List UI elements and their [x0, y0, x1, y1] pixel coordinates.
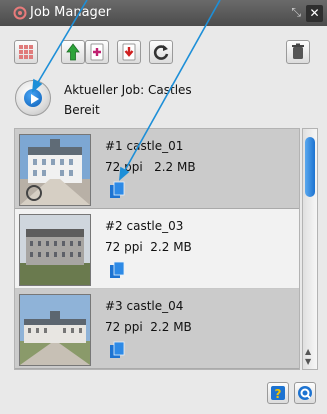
list-item[interactable]: #2 castle_03 72 ppi 2.2 MB [15, 209, 299, 289]
scrollbar[interactable]: ▲ ▼ [302, 128, 318, 370]
scroll-up-icon[interactable]: ▲ [305, 347, 311, 356]
job-manager-window: Job Manager ⤡ ✕ Aktueller Job: Castles B… [0, 0, 327, 414]
thumbnail-image [19, 134, 91, 206]
scrollbar-thumb[interactable] [305, 137, 315, 197]
trash-icon [292, 43, 304, 59]
item-name: #1 castle_01 [105, 139, 184, 153]
settings-button[interactable] [294, 382, 316, 404]
thumbnail-image [19, 214, 91, 286]
item-resolution: 72 ppi [105, 160, 143, 174]
title-bar[interactable]: Job Manager ⤡ ✕ [0, 0, 327, 26]
gear-icon [13, 6, 27, 20]
add-document-icon [90, 43, 104, 61]
move-up-button[interactable] [61, 40, 85, 64]
thumbnail-image [19, 294, 91, 366]
svg-text:?: ? [275, 387, 282, 401]
item-size: 2.2 MB [150, 320, 192, 334]
thumbnail-grid-button[interactable] [14, 40, 38, 64]
arrow-up-icon [66, 43, 80, 61]
job-status: Bereit [64, 103, 100, 117]
list-item[interactable]: #1 castle_01 72 ppi 2.2 MB [15, 129, 299, 209]
item-size: 2.2 MB [150, 240, 192, 254]
add-job-button[interactable] [85, 40, 109, 64]
refresh-icon [153, 45, 169, 60]
remove-job-button[interactable] [117, 40, 141, 64]
item-resolution: 72 ppi [105, 320, 143, 334]
remove-document-icon [122, 43, 136, 61]
scroll-down-icon[interactable]: ▼ [305, 357, 311, 366]
settings-icon [298, 386, 312, 400]
list-item[interactable]: #3 castle_04 72 ppi 2.2 MB [15, 289, 299, 369]
close-button[interactable]: ✕ [306, 5, 323, 22]
resize-icon[interactable]: ⤡ [291, 5, 301, 20]
item-size: 2.2 MB [154, 160, 196, 174]
help-button[interactable]: ? [267, 382, 289, 404]
item-resolution: 72 ppi [105, 240, 143, 254]
refresh-button[interactable] [149, 40, 173, 64]
current-job-label: Aktueller Job: Castles [64, 83, 192, 97]
trash-button[interactable] [286, 40, 310, 64]
document-icon[interactable] [109, 261, 125, 279]
play-button[interactable] [15, 80, 51, 116]
grid-icon [19, 45, 33, 59]
window-title: Job Manager [30, 5, 112, 20]
document-icon[interactable] [109, 341, 125, 359]
item-name: #3 castle_04 [105, 299, 184, 313]
document-icon[interactable] [109, 181, 125, 199]
item-meta: 72 ppi 2.2 MB [105, 240, 192, 254]
item-meta: 72 ppi 2.2 MB [105, 160, 196, 174]
item-name: #2 castle_03 [105, 219, 184, 233]
toolbar [0, 28, 327, 72]
item-meta: 72 ppi 2.2 MB [105, 320, 192, 334]
job-list: #1 castle_01 72 ppi 2.2 MB #2 castle_03 … [14, 128, 300, 370]
help-icon: ? [271, 386, 285, 401]
